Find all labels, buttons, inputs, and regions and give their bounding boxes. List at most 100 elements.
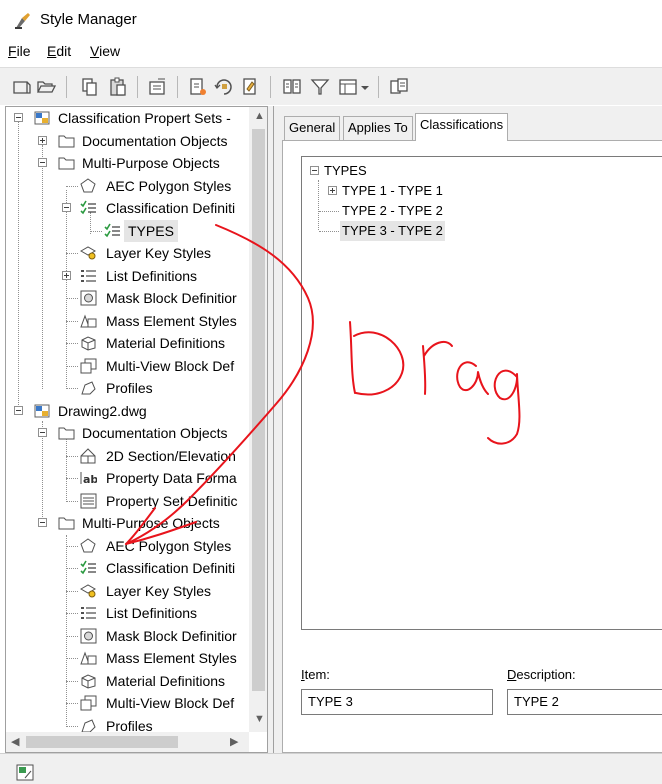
tree-node-label: Classification Propert Sets -	[58, 110, 231, 126]
collapse-toggle[interactable]	[38, 158, 47, 167]
collapse-toggle[interactable]	[14, 406, 23, 415]
tree-node-label: Profiles	[106, 380, 153, 396]
menu-edit[interactable]: Edit	[47, 43, 71, 59]
scroll-thumb[interactable]	[26, 736, 178, 748]
view-mode-icon[interactable]	[338, 77, 358, 97]
tab-general[interactable]: General	[284, 116, 341, 140]
tree-node-list-definitions[interactable]: List Definitions	[6, 265, 249, 287]
status-drawing-icon	[16, 764, 34, 781]
tree-node-drawing2[interactable]: Drawing2.dwg	[6, 400, 249, 422]
expand-toggle[interactable]	[62, 271, 71, 280]
layer-key-icon	[80, 246, 97, 260]
expand-toggle[interactable]	[38, 136, 47, 145]
classification-icon	[104, 223, 120, 238]
tree-node-mass-element-styles[interactable]: Mass Element Styles	[6, 647, 249, 669]
tree-node-label: Mask Block Definitior	[106, 290, 237, 306]
window-title: Style Manager	[40, 11, 137, 28]
scroll-left-icon[interactable]: ◀	[11, 735, 19, 748]
tree-node-label: TYPES	[124, 220, 178, 242]
collapse-toggle[interactable]	[38, 428, 47, 437]
description-field[interactable]: TYPE 2	[507, 689, 662, 715]
svg-text:ab: ab	[83, 473, 97, 486]
purge-icon[interactable]	[240, 77, 260, 97]
tree-node-list-definitions[interactable]: List Definitions	[6, 602, 249, 624]
tree-node-classification-drawing[interactable]: Classification Propert Sets -	[6, 107, 249, 129]
scroll-thumb[interactable]	[252, 129, 265, 691]
folder-icon	[58, 427, 75, 440]
tree-node-classification-definitions[interactable]: Classification Definiti	[6, 197, 249, 219]
style-manager-icon	[15, 13, 30, 29]
toggle-view-icon[interactable]	[282, 77, 302, 97]
properties-pane: General Applies To Classifications TYPES…	[273, 106, 662, 753]
new-style-icon[interactable]	[188, 77, 208, 97]
style-tree[interactable]: Classification Propert Sets - Documentat…	[5, 106, 268, 753]
item-label: Item:	[301, 667, 330, 682]
mass-element-icon	[80, 651, 97, 665]
tree-node-label: Layer Key Styles	[106, 245, 212, 261]
tree-node-2d-section-elevation[interactable]: 2D Section/Elevation	[6, 445, 249, 467]
tree-node-label: Material Definitions	[106, 673, 226, 689]
tree-node-label: Mass Element Styles	[106, 650, 237, 666]
tree-node-multi-view-block-definitions[interactable]: Multi-View Block Def	[6, 692, 249, 714]
tree-node-multi-view-block-definitions[interactable]: Multi-View Block Def	[6, 355, 249, 377]
chevron-down-icon[interactable]	[359, 77, 371, 97]
inline-edit-icon[interactable]	[389, 77, 409, 97]
tree-node-multi-purpose-objects[interactable]: Multi-Purpose Objects	[6, 512, 249, 534]
section-elevation-icon	[80, 448, 96, 464]
tree-node-types[interactable]: TYPES	[6, 220, 249, 242]
classification-tree[interactable]: TYPES TYPE 1 - TYPE 1 TYPE 2 - TYPE 2 TY…	[301, 156, 662, 630]
tree-vertical-scrollbar[interactable]: ▲ ▼	[249, 107, 267, 732]
tab-classifications[interactable]: Classifications	[415, 113, 509, 141]
open-drawing-icon[interactable]	[36, 77, 56, 97]
tree-node-classification-definitions[interactable]: Classification Definiti	[6, 557, 249, 579]
tree-node-documentation-objects[interactable]: Documentation Objects	[6, 130, 249, 152]
toolbar	[0, 67, 662, 105]
copy-icon[interactable]	[80, 77, 100, 97]
tree-node-property-set-definitions[interactable]: Property Set Definitic	[6, 490, 249, 512]
filter-icon[interactable]	[310, 77, 330, 97]
tab-applies-to[interactable]: Applies To	[343, 116, 413, 140]
tree-node-mask-block-definitions[interactable]: Mask Block Definitior	[6, 287, 249, 309]
tree-horizontal-scrollbar[interactable]: ◀ ▶	[6, 732, 249, 752]
polygon-icon	[80, 538, 96, 553]
tree-node-mass-element-styles[interactable]: Mass Element Styles	[6, 310, 249, 332]
tree-node-documentation-objects[interactable]: Documentation Objects	[6, 422, 249, 444]
tree-node-multi-purpose-objects[interactable]: Multi-Purpose Objects	[6, 152, 249, 174]
scroll-down-icon[interactable]: ▼	[254, 713, 265, 725]
tree-node-mask-block-definitions[interactable]: Mask Block Definitior	[6, 625, 249, 647]
tree-node-label: Classification Definiti	[106, 560, 236, 576]
tree-node-profiles[interactable]: Profiles	[6, 377, 249, 399]
menu-view[interactable]: View	[90, 43, 120, 59]
expand-toggle[interactable]	[328, 186, 337, 195]
scroll-right-icon[interactable]: ▶	[230, 735, 238, 748]
tree-node-label: Multi-Purpose Objects	[82, 155, 220, 171]
tree-node-label: Drawing2.dwg	[58, 403, 147, 419]
menu-bar: File Edit View	[0, 40, 662, 66]
tree-node-label: Multi-View Block Def	[106, 358, 235, 374]
drawing-file-icon	[34, 404, 50, 418]
tree-node-layer-key-styles[interactable]: Layer Key Styles	[6, 580, 249, 602]
toolbar-separator	[270, 76, 271, 98]
new-drawing-icon[interactable]	[12, 77, 32, 97]
item-field[interactable]: TYPE 3	[301, 689, 493, 715]
edit-style-icon[interactable]	[148, 77, 168, 97]
tree-node-property-data-formats[interactable]: ab Property Data Forma	[6, 467, 249, 489]
classification-icon	[80, 560, 96, 575]
tree-node-layer-key-styles[interactable]: Layer Key Styles	[6, 242, 249, 264]
tree-node-aec-polygon-styles[interactable]: AEC Polygon Styles	[6, 535, 249, 557]
set-from-icon[interactable]	[214, 77, 234, 97]
tree-node-aec-polygon-styles[interactable]: AEC Polygon Styles	[6, 175, 249, 197]
folder-icon	[58, 517, 75, 530]
tree-node-material-definitions[interactable]: Material Definitions	[6, 332, 249, 354]
collapse-toggle[interactable]	[38, 518, 47, 527]
scroll-up-icon[interactable]: ▲	[254, 110, 265, 122]
collapse-toggle[interactable]	[14, 113, 23, 122]
collapse-toggle[interactable]	[310, 166, 319, 175]
classification-icon	[80, 200, 96, 215]
tree-node-material-definitions[interactable]: Material Definitions	[6, 670, 249, 692]
collapse-toggle[interactable]	[62, 203, 71, 212]
paste-icon[interactable]	[108, 77, 128, 97]
menu-file[interactable]: File	[8, 43, 31, 59]
list-icon	[81, 607, 96, 619]
mask-block-icon	[80, 290, 97, 306]
